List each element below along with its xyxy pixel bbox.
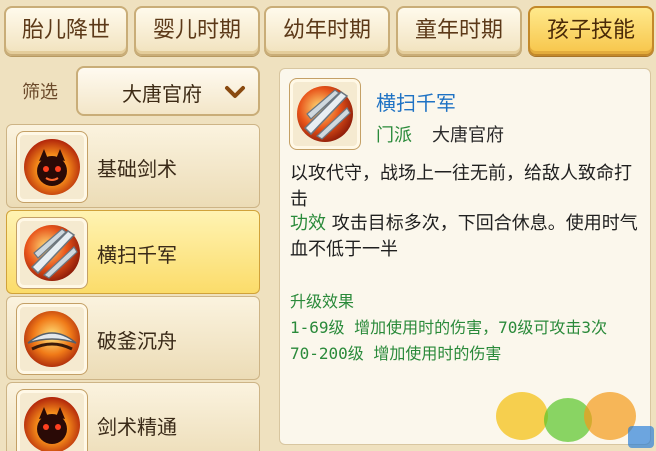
upgrade-line: 70-200级 增加使用时的伤害 [290,344,502,363]
skill-name: 剑术精通 [97,415,177,439]
chevron-down-icon [224,84,246,103]
filter-label: 筛选 [22,82,58,103]
skill-name: 破釜沉舟 [97,329,177,353]
slash-strike-icon [297,86,353,142]
tab-infant[interactable]: 婴儿时期 [134,6,260,56]
skill-icon-frame [16,217,88,289]
boomerang-blade-icon [24,311,80,367]
skill-name: 横扫千军 [97,243,177,267]
slash-strike-icon [24,225,80,281]
skill-icon-frame [16,389,88,451]
effect-text: 攻击目标多次，下回合休息。使用时气血不低于一半 [290,213,638,260]
skill-title: 横扫千军 [376,91,456,115]
skill-name: 基础剑术 [97,157,177,181]
upgrade-title: 升级效果 [290,292,355,311]
skill-effect: 功效 攻击目标多次，下回合休息。使用时气血不低于一半 [290,211,642,263]
tab-toddler[interactable]: 幼年时期 [264,6,390,56]
school-label: 门派 [376,125,412,146]
skill-icon-frame [16,303,88,375]
tab-childhood[interactable]: 童年时期 [396,6,522,56]
tab-bar: 胎儿降世 婴儿时期 幼年时期 童年时期 孩子技能 [0,0,656,60]
skill-description: 以攻代守，战场上一往无前，给敌人致命打击 [290,163,632,210]
upgrade-line: 1-69级 增加使用时的伤害，70级可攻击3次 [290,318,608,337]
tab-child-skills[interactable]: 孩子技能 [528,6,654,56]
skill-icon-frame [16,131,88,203]
watermark-logo [496,392,654,448]
skill-item-sweep[interactable]: 横扫千军 [6,210,260,294]
effect-label: 功效 [290,213,326,234]
demon-face-icon [24,139,80,195]
school-value: 大唐官府 [432,125,504,146]
skill-item-break-cauldron[interactable]: 破釜沉舟 [6,296,260,380]
skill-list: 基础剑术 横扫千军 破釜沉舟 剑术精通 [6,122,262,451]
demon-face-icon [24,397,80,451]
school-filter-dropdown[interactable]: 大唐官府 [76,66,260,116]
school-filter-value: 大唐官府 [122,82,202,106]
skill-item-basic-sword[interactable]: 基础剑术 [6,124,260,208]
skill-item-sword-mastery[interactable]: 剑术精通 [6,382,260,451]
detail-icon-frame [289,78,361,150]
tab-fetal[interactable]: 胎儿降世 [4,6,128,56]
upgrade-section: 升级效果 1-69级 增加使用时的伤害，70级可攻击3次 70-200级 增加使… [290,289,642,367]
